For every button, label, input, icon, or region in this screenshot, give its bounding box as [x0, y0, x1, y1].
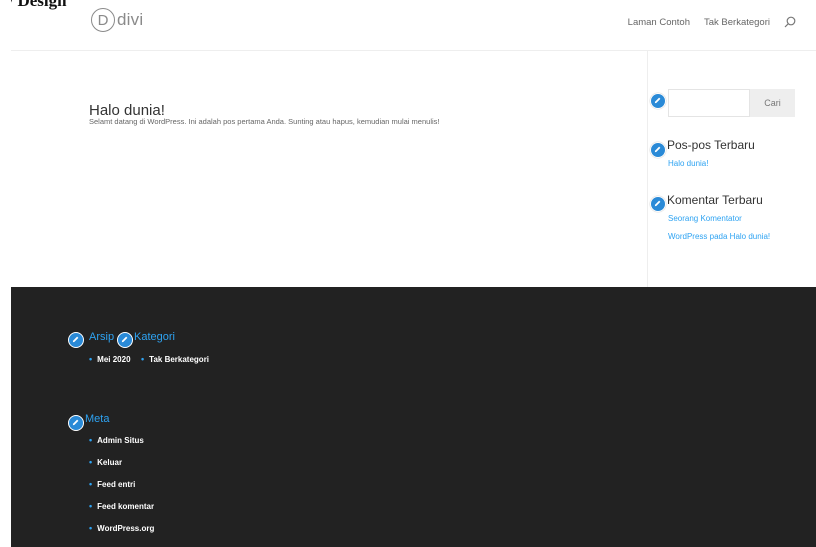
search-icon[interactable]	[784, 16, 796, 28]
footer-archives-title: Arsip	[89, 331, 115, 343]
meta-link-admin[interactable]: Admin Situs	[97, 436, 144, 445]
meta-link-comments-feed[interactable]: Feed komentar	[97, 502, 154, 511]
category-link[interactable]: Tak Berkategori	[149, 355, 209, 364]
recent-comment-post[interactable]: WordPress pada Halo dunia!	[668, 232, 770, 241]
nav-link-tak-berkategori[interactable]: Tak Berkategori	[704, 17, 770, 28]
footer-categories-title: Kategori	[134, 331, 175, 343]
edit-pencil-icon[interactable]	[68, 415, 84, 431]
list-item[interactable]: • Mei 2020	[89, 348, 131, 370]
recent-post-link[interactable]: Halo dunia!	[668, 159, 708, 168]
list-item[interactable]: • Feed komentar	[89, 495, 154, 517]
recent-comment-author[interactable]: Seorang Komentator	[668, 214, 742, 223]
edit-pencil-icon[interactable]	[650, 196, 666, 212]
main-nav: Laman Contoh Tak Berkategori	[628, 16, 796, 28]
footer-archives-list: • Mei 2020	[89, 348, 131, 370]
list-item[interactable]: • Tak Berkategori	[141, 348, 209, 370]
nav-link-laman-contoh[interactable]: Laman Contoh	[628, 17, 690, 28]
edit-pencil-icon[interactable]	[650, 142, 666, 158]
sidebar-divider	[647, 51, 648, 287]
sidebar-search-input[interactable]	[668, 89, 750, 117]
footer-meta-title: Meta	[85, 413, 110, 425]
footer-meta-list: • Admin Situs • Keluar • Feed entri • Feed k…	[89, 429, 154, 539]
search-submit-button[interactable]: Cari	[750, 89, 795, 117]
logo-text: divi	[117, 10, 144, 29]
meta-link-entries-feed[interactable]: Feed entri	[97, 480, 135, 489]
left-margin	[0, 0, 11, 547]
recent-posts-title: Pos-pos Terbaru	[667, 138, 755, 152]
meta-link-wordpress[interactable]: WordPress.org	[97, 524, 154, 533]
footer-categories-list: • Tak Berkategori	[141, 348, 209, 370]
edit-pencil-icon[interactable]	[68, 332, 84, 348]
edit-pencil-icon[interactable]	[650, 93, 666, 109]
meta-link-logout[interactable]: Keluar	[97, 458, 122, 467]
list-item[interactable]: • Feed entri	[89, 473, 154, 495]
post-excerpt: Selamt datang di WordPress. Ini adalah p…	[89, 117, 440, 126]
main-content: Halo dunia! Selamt datang di WordPress. …	[11, 51, 816, 287]
archive-link[interactable]: Mei 2020	[97, 355, 130, 364]
site-header: D divi Laman Contoh Tak Berkategori	[11, 0, 816, 51]
list-item[interactable]: • Keluar	[89, 451, 154, 473]
logo-mark: D	[91, 8, 115, 32]
site-footer: Arsip Kategori • Mei 2020 • Tak Berkategor…	[11, 287, 816, 547]
site-logo[interactable]: D divi	[91, 8, 143, 32]
list-item[interactable]: • WordPress.org	[89, 517, 154, 539]
list-item[interactable]: • Admin Situs	[89, 429, 154, 451]
edit-pencil-icon[interactable]	[117, 332, 133, 348]
recent-comments-title: Komentar Terbaru	[667, 193, 763, 207]
